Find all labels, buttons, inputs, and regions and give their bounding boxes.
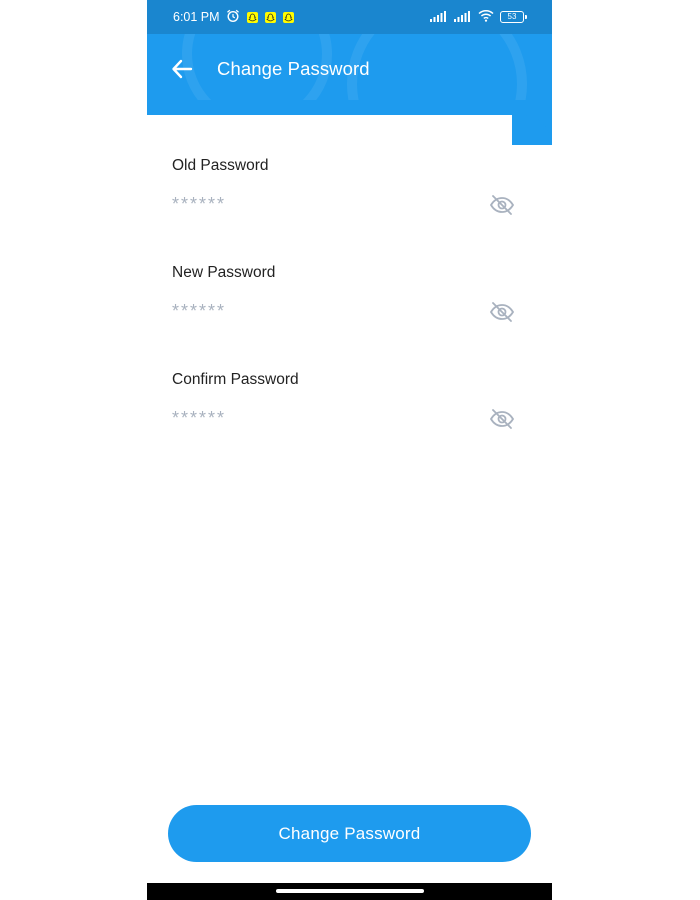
confirm-password-input[interactable]: ******	[172, 405, 492, 431]
signal-icon	[430, 10, 448, 25]
toggle-visibility-button[interactable]	[488, 300, 516, 324]
back-button[interactable]	[169, 56, 195, 82]
eye-off-icon	[489, 195, 515, 215]
change-password-button[interactable]: Change Password	[168, 805, 531, 862]
status-right: 53	[430, 0, 527, 34]
new-password-label: New Password	[172, 264, 276, 281]
alarm-icon	[226, 9, 240, 26]
wifi-icon	[478, 9, 494, 25]
battery-icon: 53	[500, 11, 527, 23]
eye-off-icon	[489, 302, 515, 322]
status-time: 6:01 PM	[173, 10, 220, 24]
snapchat-notification-icon	[264, 11, 276, 23]
snapchat-notification-icon	[282, 11, 294, 23]
signal-icon	[454, 10, 472, 25]
page-title: Change Password	[217, 58, 370, 79]
toggle-visibility-button[interactable]	[488, 407, 516, 431]
home-indicator[interactable]	[276, 889, 424, 893]
old-password-input[interactable]: ******	[172, 191, 492, 217]
arrow-left-icon	[172, 59, 193, 79]
status-bar: 6:01 PM 53	[147, 0, 552, 34]
new-password-input[interactable]: ******	[172, 298, 492, 324]
toggle-visibility-button[interactable]	[488, 193, 516, 217]
confirm-password-label: Confirm Password	[172, 371, 299, 388]
phone-screen: 6:01 PM 53 Change Password Old Password …	[147, 0, 552, 900]
status-left: 6:01 PM	[173, 0, 294, 34]
eye-off-icon	[489, 409, 515, 429]
snapchat-notification-icon	[246, 11, 258, 23]
old-password-label: Old Password	[172, 157, 269, 174]
header-curve-shape	[147, 100, 552, 145]
